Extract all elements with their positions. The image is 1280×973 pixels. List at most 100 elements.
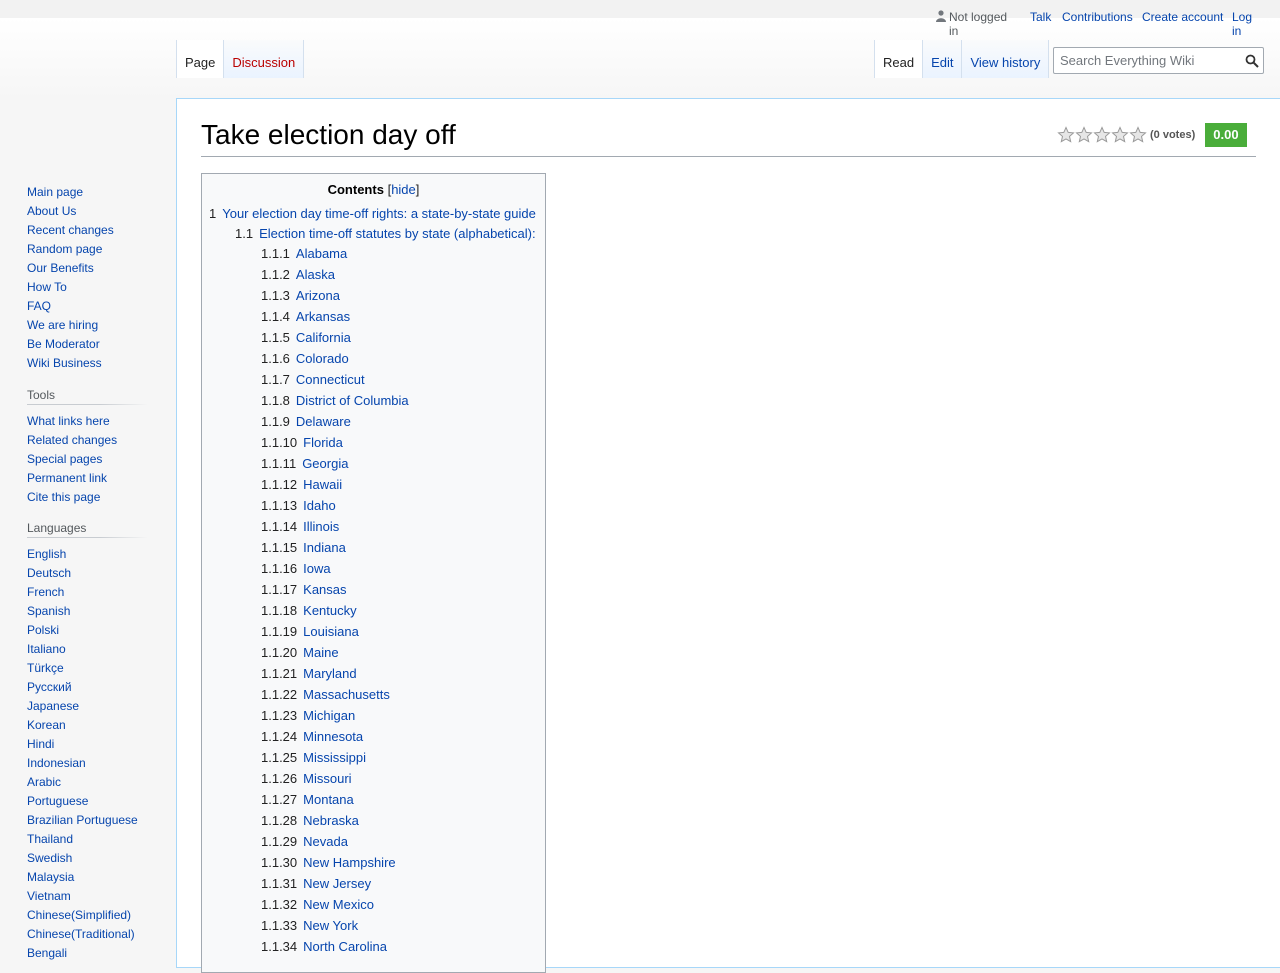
- tab-page[interactable]: Page: [177, 40, 225, 78]
- sidebar-nav-link[interactable]: FAQ: [27, 299, 51, 313]
- toc-link[interactable]: Idaho: [303, 498, 336, 513]
- toc-item-state[interactable]: 1.1.17 Kansas: [261, 581, 347, 598]
- toc-link[interactable]: Kansas: [303, 582, 346, 597]
- sidebar-language-link[interactable]: Deutsch: [27, 566, 71, 580]
- toc-item-state[interactable]: 1.1.34 North Carolina: [261, 938, 387, 955]
- sidebar-language-link[interactable]: English: [27, 547, 66, 561]
- sidebar-language-link[interactable]: Spanish: [27, 604, 70, 618]
- toc-link[interactable]: Delaware: [296, 414, 351, 429]
- toc-item-state[interactable]: 1.1.32 New Mexico: [261, 896, 374, 913]
- sidebar-language-link[interactable]: French: [27, 585, 64, 599]
- rating-star-icon[interactable]: [1075, 126, 1093, 144]
- toc-item-state[interactable]: 1.1.12 Hawaii: [261, 476, 342, 493]
- toc-item-state[interactable]: 1.1.28 Nebraska: [261, 812, 359, 829]
- toc-item-state[interactable]: 1.1.21 Maryland: [261, 665, 357, 682]
- toc-link[interactable]: Mississippi: [303, 750, 366, 765]
- sidebar-language-link[interactable]: Brazilian Portuguese: [27, 813, 138, 827]
- toc-link[interactable]: Missouri: [303, 771, 351, 786]
- toc-link[interactable]: Nebraska: [303, 813, 359, 828]
- toc-link[interactable]: North Carolina: [303, 939, 387, 954]
- sidebar-language-link[interactable]: Arabic: [27, 775, 61, 789]
- sidebar-language-link[interactable]: Polski: [27, 623, 59, 637]
- toc-link[interactable]: Your election day time-off rights: a sta…: [222, 206, 536, 221]
- sidebar-language-link[interactable]: Italiano: [27, 642, 66, 656]
- toc-link[interactable]: Arizona: [296, 288, 340, 303]
- toc-link[interactable]: Kentucky: [303, 603, 356, 618]
- toc-item-state[interactable]: 1.1.10 Florida: [261, 434, 343, 451]
- toc-hide-link[interactable]: hide: [391, 182, 416, 197]
- sidebar-nav-link[interactable]: How To: [27, 280, 67, 294]
- toc-link[interactable]: Maryland: [303, 666, 356, 681]
- toc-link[interactable]: District of Columbia: [296, 393, 409, 408]
- toc-item-state[interactable]: 1.1.26 Missouri: [261, 770, 352, 787]
- toc-item-level2[interactable]: 1.1 Election time-off statutes by state (…: [235, 225, 536, 242]
- toc-link[interactable]: Maine: [303, 645, 338, 660]
- sidebar-language-link[interactable]: Vietnam: [27, 889, 71, 903]
- toc-link[interactable]: Alabama: [296, 246, 347, 261]
- toc-link[interactable]: New Hampshire: [303, 855, 395, 870]
- talk-link[interactable]: Talk: [1030, 10, 1051, 24]
- toc-link[interactable]: New York: [303, 918, 358, 933]
- toc-item-state[interactable]: 1.1.24 Minnesota: [261, 728, 363, 745]
- sidebar-language-link[interactable]: Hindi: [27, 737, 54, 751]
- sidebar-nav-link[interactable]: Wiki Business: [27, 356, 102, 370]
- login-link[interactable]: Log in: [1232, 10, 1256, 38]
- sidebar-language-link[interactable]: Chinese(Traditional): [27, 927, 135, 941]
- toc-item-state[interactable]: 1.1.1 Alabama: [261, 245, 347, 262]
- rating-star-icon[interactable]: [1093, 126, 1111, 144]
- toc-item-state[interactable]: 1.1.11 Georgia: [261, 455, 348, 472]
- sidebar-language-link[interactable]: Chinese(Simplified): [27, 908, 131, 922]
- toc-link[interactable]: Michigan: [303, 708, 355, 723]
- toc-link[interactable]: Georgia: [302, 456, 348, 471]
- tab-edit[interactable]: Edit: [923, 40, 963, 78]
- toc-item-state[interactable]: 1.1.30 New Hampshire: [261, 854, 396, 871]
- tab-read[interactable]: Read: [875, 40, 924, 78]
- sidebar-language-link[interactable]: Swedish: [27, 851, 72, 865]
- sidebar-tool-link[interactable]: Cite this page: [27, 490, 100, 504]
- toc-item-level1[interactable]: 1 Your election day time-off rights: a st…: [209, 205, 536, 222]
- toc-item-state[interactable]: 1.1.2 Alaska: [261, 266, 335, 283]
- toc-item-state[interactable]: 1.1.16 Iowa: [261, 560, 331, 577]
- create-account-link[interactable]: Create account: [1142, 10, 1223, 24]
- sidebar-tool-link[interactable]: Special pages: [27, 452, 102, 466]
- sidebar-nav-link[interactable]: Random page: [27, 242, 102, 256]
- toc-item-state[interactable]: 1.1.9 Delaware: [261, 413, 351, 430]
- toc-item-state[interactable]: 1.1.6 Colorado: [261, 350, 349, 367]
- tab-view-history[interactable]: View history: [962, 40, 1050, 78]
- rating-star-icon[interactable]: [1057, 126, 1075, 144]
- toc-link[interactable]: Hawaii: [303, 477, 342, 492]
- rating-star-icon[interactable]: [1111, 126, 1129, 144]
- toc-item-state[interactable]: 1.1.4 Arkansas: [261, 308, 350, 325]
- sidebar-language-link[interactable]: Korean: [27, 718, 66, 732]
- sidebar-nav-link[interactable]: About Us: [27, 204, 76, 218]
- sidebar-tool-link[interactable]: What links here: [27, 414, 110, 428]
- contributions-link[interactable]: Contributions: [1062, 10, 1133, 24]
- sidebar-language-link[interactable]: Thailand: [27, 832, 73, 846]
- sidebar-nav-link[interactable]: Be Moderator: [27, 337, 100, 351]
- sidebar-language-link[interactable]: Русский: [27, 680, 72, 694]
- sidebar-nav-link[interactable]: Recent changes: [27, 223, 114, 237]
- toc-item-state[interactable]: 1.1.14 Illinois: [261, 518, 339, 535]
- sidebar-language-link[interactable]: Bengali: [27, 946, 67, 960]
- toc-link[interactable]: Massachusetts: [303, 687, 390, 702]
- toc-item-state[interactable]: 1.1.7 Connecticut: [261, 371, 365, 388]
- sidebar-tool-link[interactable]: Permanent link: [27, 471, 107, 485]
- toc-item-state[interactable]: 1.1.33 New York: [261, 917, 358, 934]
- toc-item-state[interactable]: 1.1.22 Massachusetts: [261, 686, 390, 703]
- toc-link[interactable]: Colorado: [296, 351, 349, 366]
- toc-item-state[interactable]: 1.1.5 California: [261, 329, 351, 346]
- toc-link[interactable]: Connecticut: [296, 372, 365, 387]
- toc-link[interactable]: California: [296, 330, 351, 345]
- toc-link[interactable]: Arkansas: [296, 309, 350, 324]
- sidebar-language-link[interactable]: Indonesian: [27, 756, 86, 770]
- toc-item-state[interactable]: 1.1.8 District of Columbia: [261, 392, 409, 409]
- toc-link[interactable]: Florida: [303, 435, 343, 450]
- toc-item-state[interactable]: 1.1.19 Louisiana: [261, 623, 359, 640]
- sidebar-language-link[interactable]: Türkçe: [27, 661, 64, 675]
- toc-item-state[interactable]: 1.1.20 Maine: [261, 644, 339, 661]
- toc-item-state[interactable]: 1.1.29 Nevada: [261, 833, 348, 850]
- toc-link[interactable]: Montana: [303, 792, 354, 807]
- toc-item-state[interactable]: 1.1.27 Montana: [261, 791, 354, 808]
- toc-toggle[interactable]: [hide]: [388, 182, 420, 197]
- toc-link[interactable]: Iowa: [303, 561, 330, 576]
